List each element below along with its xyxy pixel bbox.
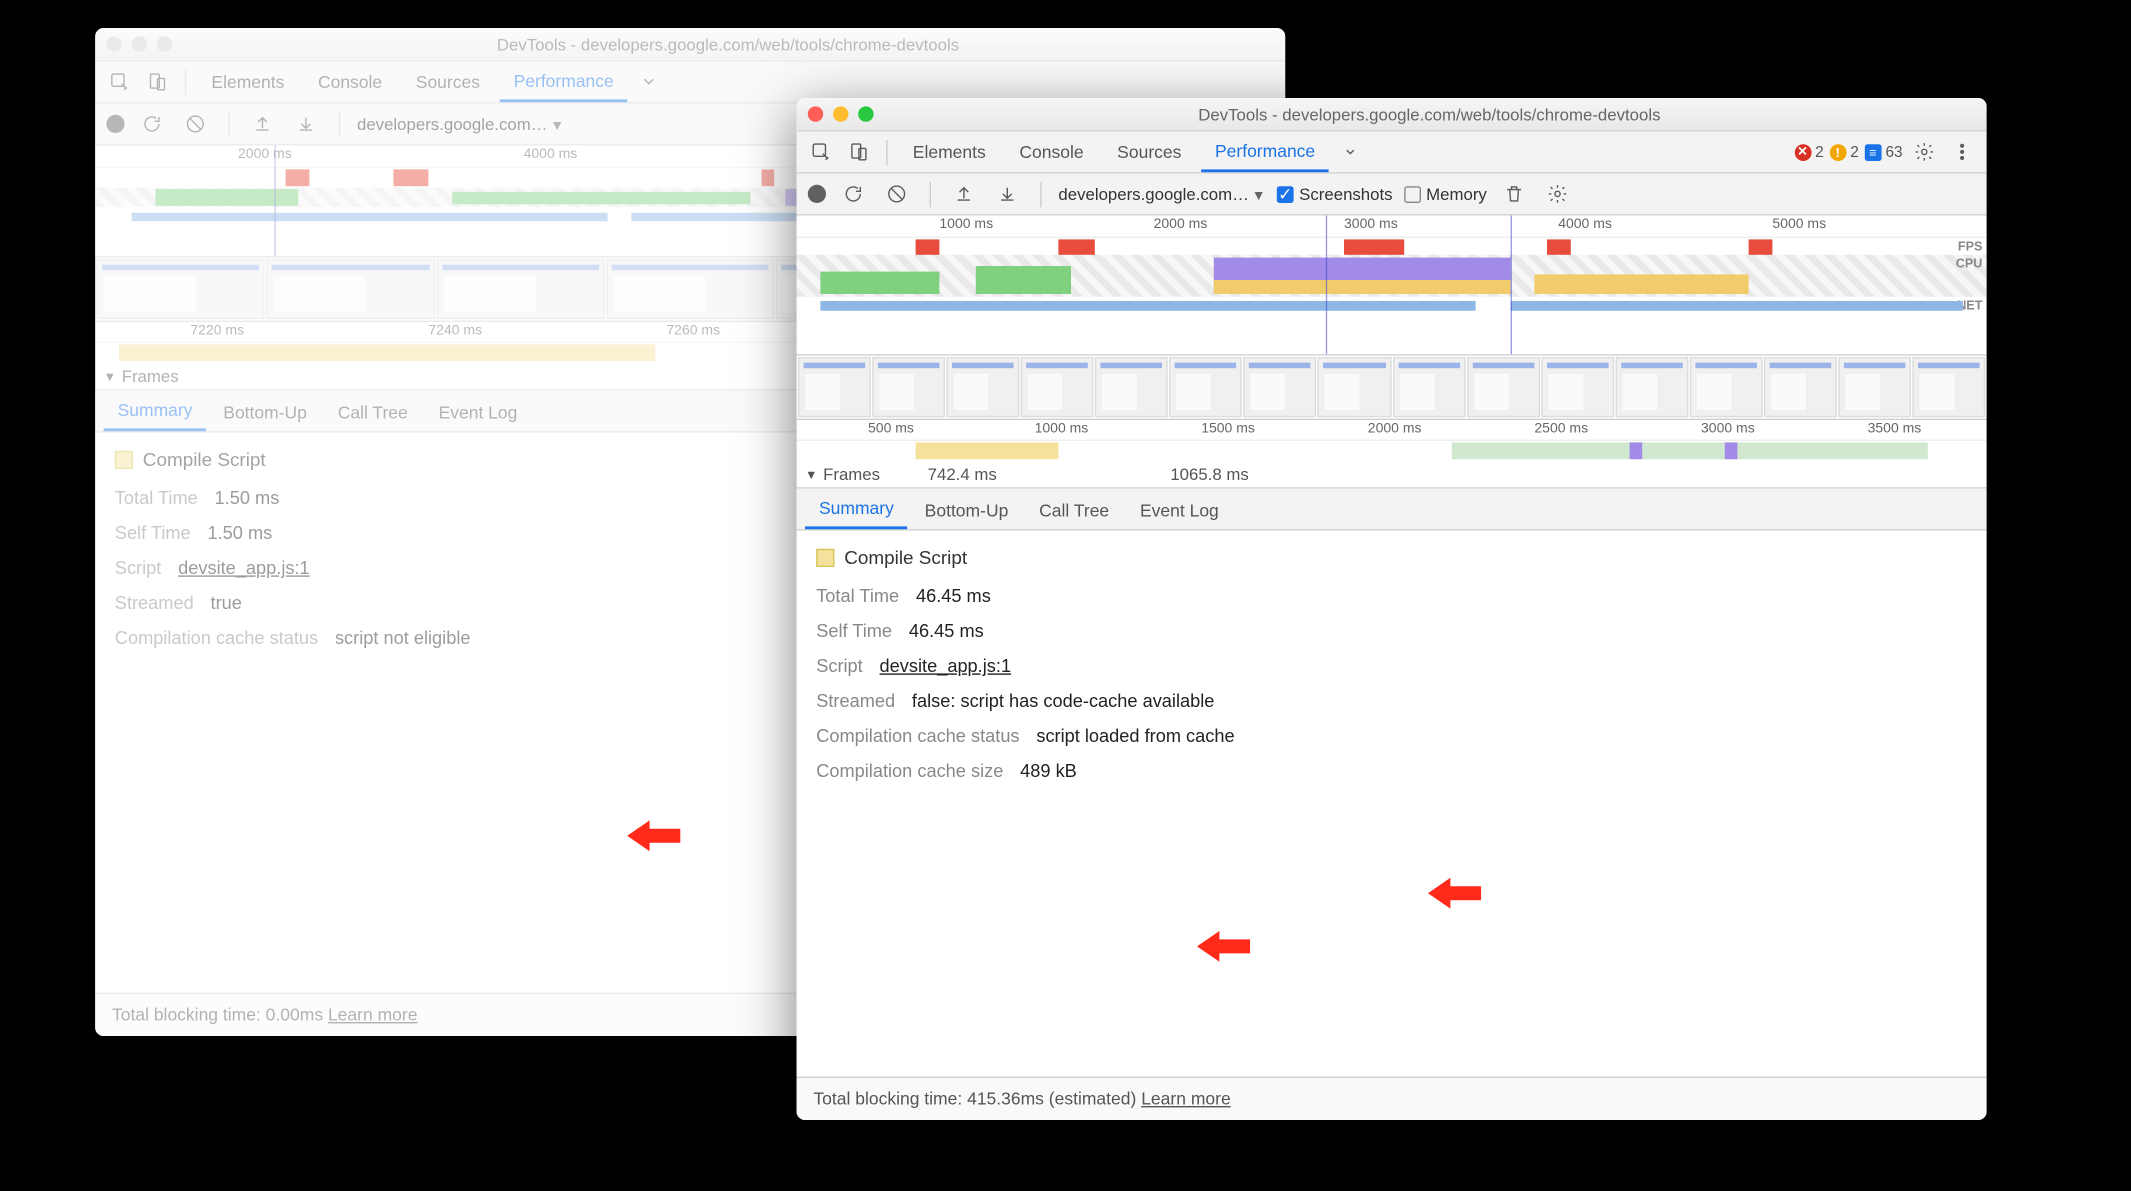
screenshots-checkbox[interactable]: ✓Screenshots — [1277, 184, 1393, 204]
script-link[interactable]: devsite_app.js:1 — [178, 557, 310, 578]
titlebar: DevTools - developers.google.com/web/too… — [797, 98, 1987, 132]
reload-icon[interactable] — [837, 178, 869, 210]
trash-icon[interactable] — [1498, 178, 1530, 210]
main-toolbar: Elements Console Sources Performance ✕2 … — [797, 132, 1987, 174]
subtab-eventlog[interactable]: Event Log — [1126, 493, 1233, 529]
subtab-bottomup[interactable]: Bottom-Up — [209, 395, 321, 431]
subtab-calltree[interactable]: Call Tree — [324, 395, 422, 431]
details-subtabs: Summary Bottom-Up Call Tree Event Log — [797, 489, 1987, 531]
zoom-traffic-light[interactable] — [858, 106, 873, 121]
footer: Total blocking time: 415.36ms (estimated… — [797, 1077, 1987, 1120]
window-title: DevTools - developers.google.com/web/too… — [182, 34, 1274, 54]
upload-icon[interactable] — [948, 178, 980, 210]
titlebar: DevTools - developers.google.com/web/too… — [95, 28, 1285, 62]
more-tabs-icon[interactable] — [1335, 136, 1367, 168]
upload-icon[interactable] — [246, 108, 278, 140]
memory-checkbox[interactable]: Memory — [1404, 184, 1487, 204]
overview-timeline[interactable]: 1000 ms 2000 ms 3000 ms 4000 ms 5000 ms … — [797, 216, 1987, 356]
subtab-summary[interactable]: Summary — [104, 392, 207, 431]
kebab-menu-icon[interactable] — [1946, 136, 1978, 168]
warnings-badge[interactable]: !2 — [1829, 144, 1859, 161]
learn-more-link[interactable]: Learn more — [1141, 1089, 1231, 1109]
download-icon[interactable] — [991, 178, 1023, 210]
download-icon[interactable] — [290, 108, 322, 140]
tab-performance[interactable]: Performance — [1201, 132, 1329, 171]
inspect-element-icon[interactable] — [104, 66, 136, 98]
summary-panel: Compile Script Total Time46.45 ms Self T… — [797, 531, 1987, 1077]
frames-row[interactable]: ▼Frames 742.4 ms 1065.8 ms — [797, 461, 1987, 489]
clear-icon[interactable] — [179, 108, 211, 140]
subtab-calltree[interactable]: Call Tree — [1025, 493, 1123, 529]
record-button[interactable] — [808, 185, 826, 203]
subtab-bottomup[interactable]: Bottom-Up — [911, 493, 1023, 529]
subtab-eventlog[interactable]: Event Log — [425, 395, 532, 431]
tab-performance[interactable]: Performance — [500, 62, 628, 101]
device-toggle-icon[interactable] — [843, 136, 875, 168]
tab-elements[interactable]: Elements — [197, 64, 298, 100]
reload-icon[interactable] — [136, 108, 168, 140]
tab-elements[interactable]: Elements — [899, 134, 1000, 170]
errors-badge[interactable]: ✕2 — [1794, 144, 1824, 161]
devtools-window-b: DevTools - developers.google.com/web/too… — [797, 98, 1987, 1120]
tab-sources[interactable]: Sources — [402, 64, 494, 100]
device-toggle-icon[interactable] — [141, 66, 173, 98]
subtab-summary[interactable]: Summary — [805, 490, 908, 529]
tab-console[interactable]: Console — [1005, 134, 1097, 170]
minimize-traffic-light[interactable] — [833, 106, 848, 121]
more-tabs-icon[interactable] — [633, 66, 665, 98]
close-traffic-light[interactable] — [106, 36, 121, 51]
messages-badge[interactable]: ≡63 — [1864, 144, 1902, 161]
category-color-icon — [816, 549, 834, 567]
record-button[interactable] — [106, 115, 124, 133]
tab-console[interactable]: Console — [304, 64, 396, 100]
inspect-element-icon[interactable] — [805, 136, 837, 168]
screenshots-strip[interactable] — [797, 356, 1987, 419]
recording-select[interactable]: developers.google.com…▼ — [1058, 184, 1265, 204]
zoom-traffic-light[interactable] — [157, 36, 172, 51]
settings-gear-icon[interactable] — [1908, 136, 1940, 168]
window-title: DevTools - developers.google.com/web/too… — [883, 104, 1975, 124]
perf-toolbar: developers.google.com…▼ ✓Screenshots Mem… — [797, 174, 1987, 216]
clear-icon[interactable] — [881, 178, 913, 210]
category-color-icon — [115, 451, 133, 469]
script-link[interactable]: devsite_app.js:1 — [880, 655, 1012, 676]
recording-select[interactable]: developers.google.com…▼ — [357, 114, 564, 134]
learn-more-link[interactable]: Learn more — [328, 1005, 418, 1025]
flame-chart-row[interactable] — [797, 441, 1987, 461]
tab-sources[interactable]: Sources — [1103, 134, 1195, 170]
close-traffic-light[interactable] — [808, 106, 823, 121]
capture-settings-gear-icon[interactable] — [1541, 178, 1573, 210]
minimize-traffic-light[interactable] — [132, 36, 147, 51]
